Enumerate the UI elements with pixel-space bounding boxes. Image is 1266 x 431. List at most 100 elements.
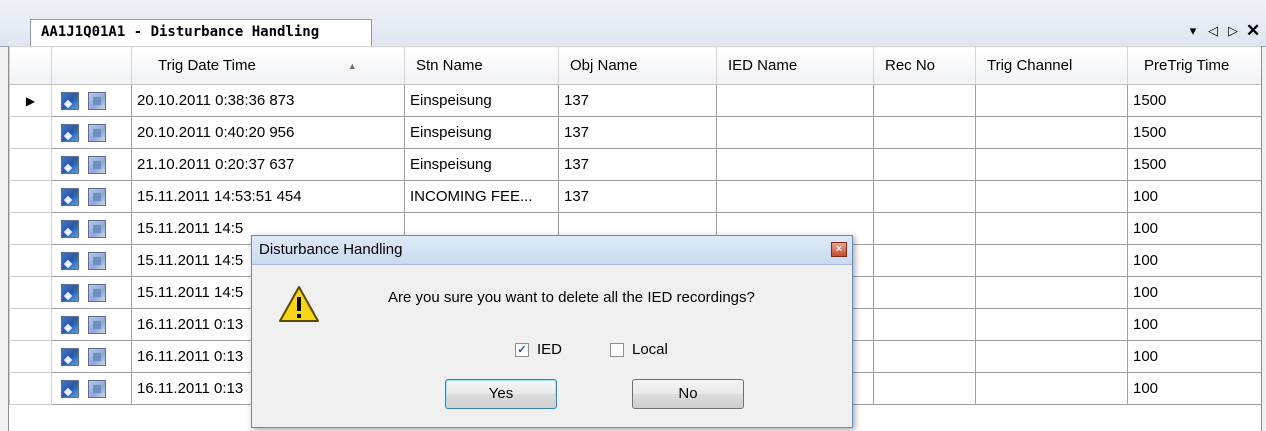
row-header[interactable] bbox=[9, 212, 52, 245]
table-cell[interactable]: 137 bbox=[558, 84, 717, 117]
open-recording-icon[interactable] bbox=[61, 283, 79, 302]
view-recording-icon[interactable] bbox=[88, 315, 106, 334]
table-cell[interactable] bbox=[873, 308, 976, 341]
scroll-left-icon[interactable]: ◁ bbox=[1206, 23, 1220, 39]
view-recording-icon[interactable] bbox=[88, 91, 106, 110]
ied-checkbox-row[interactable]: ✓ IED bbox=[515, 341, 562, 358]
open-recording-icon[interactable] bbox=[61, 251, 79, 270]
table-cell[interactable] bbox=[716, 180, 874, 213]
table-cell[interactable]: 100 bbox=[1127, 180, 1261, 213]
table-cell[interactable] bbox=[873, 84, 976, 117]
column-header-trig-date-time[interactable]: Trig Date Time ▲ bbox=[131, 46, 405, 85]
row-header[interactable]: ▶ bbox=[9, 84, 52, 117]
table-cell[interactable]: 137 bbox=[558, 180, 717, 213]
table-cell[interactable]: 1500 bbox=[1127, 84, 1261, 117]
column-header-stn-name[interactable]: Stn Name bbox=[404, 46, 559, 85]
table-cell[interactable]: 1500 bbox=[1127, 116, 1261, 149]
table-cell[interactable] bbox=[873, 244, 976, 277]
open-recording-icon[interactable] bbox=[61, 187, 79, 206]
table-cell[interactable] bbox=[975, 308, 1128, 341]
table-cell[interactable] bbox=[975, 180, 1128, 213]
table-cell[interactable]: Einspeisung bbox=[404, 116, 559, 149]
table-row[interactable]: 21.10.2011 0:20:37 637 Einspeisung 137 1500 bbox=[9, 148, 1261, 181]
open-recording-icon[interactable] bbox=[61, 347, 79, 366]
column-header-obj-name[interactable]: Obj Name bbox=[558, 46, 717, 85]
open-recording-icon[interactable] bbox=[61, 155, 79, 174]
table-cell[interactable]: 137 bbox=[558, 148, 717, 181]
table-cell[interactable]: 100 bbox=[1127, 340, 1261, 373]
column-header-ied-name[interactable]: IED Name bbox=[716, 46, 874, 85]
row-header[interactable] bbox=[9, 276, 52, 309]
open-recording-icon[interactable] bbox=[61, 123, 79, 142]
view-recording-icon[interactable] bbox=[88, 283, 106, 302]
column-header-trig-channel[interactable]: Trig Channel bbox=[975, 46, 1128, 85]
table-cell[interactable]: 21.10.2011 0:20:37 637 bbox=[131, 148, 405, 181]
yes-button[interactable]: Yes bbox=[445, 379, 557, 409]
table-cell[interactable] bbox=[873, 372, 976, 405]
close-tab-icon[interactable]: ✕ bbox=[1246, 21, 1260, 41]
table-cell[interactable] bbox=[975, 340, 1128, 373]
table-cell[interactable] bbox=[975, 148, 1128, 181]
column-header-pretrig-time[interactable]: PreTrig Time bbox=[1127, 46, 1261, 85]
table-cell[interactable] bbox=[873, 148, 976, 181]
open-recording-icon[interactable] bbox=[61, 315, 79, 334]
table-row[interactable]: 20.10.2011 0:40:20 956 Einspeisung 137 1500 bbox=[9, 116, 1261, 149]
table-row[interactable]: 15.11.2011 14:53:51 454 INCOMING FEE... 13… bbox=[9, 180, 1261, 213]
view-recording-icon[interactable] bbox=[88, 251, 106, 270]
local-checkbox[interactable] bbox=[610, 342, 624, 357]
row-header[interactable] bbox=[9, 116, 52, 149]
row-header[interactable] bbox=[9, 340, 52, 373]
table-cell[interactable]: 20.10.2011 0:40:20 956 bbox=[131, 116, 405, 149]
open-recording-icon[interactable] bbox=[61, 91, 79, 110]
table-cell[interactable] bbox=[873, 116, 976, 149]
table-cell[interactable]: INCOMING FEE... bbox=[404, 180, 559, 213]
table-cell[interactable]: 1500 bbox=[1127, 148, 1261, 181]
open-recording-icon[interactable] bbox=[61, 219, 79, 238]
dialog-close-icon[interactable]: × bbox=[831, 242, 847, 257]
row-header[interactable] bbox=[9, 372, 52, 405]
table-cell[interactable]: 15.11.2011 14:53:51 454 bbox=[131, 180, 405, 213]
column-header-rec-no[interactable]: Rec No bbox=[873, 46, 976, 85]
table-cell[interactable]: Einspeisung bbox=[404, 148, 559, 181]
table-cell[interactable] bbox=[975, 372, 1128, 405]
view-recording-icon[interactable] bbox=[88, 123, 106, 142]
table-cell[interactable] bbox=[975, 212, 1128, 245]
table-cell[interactable] bbox=[873, 212, 976, 245]
local-checkbox-row[interactable]: Local bbox=[610, 341, 668, 358]
dropdown-icon[interactable]: ▾ bbox=[1186, 23, 1200, 39]
row-header[interactable] bbox=[9, 148, 52, 181]
table-cell[interactable]: 100 bbox=[1127, 276, 1261, 309]
table-cell[interactable] bbox=[975, 244, 1128, 277]
table-cell[interactable] bbox=[873, 180, 976, 213]
table-cell[interactable]: Einspeisung bbox=[404, 84, 559, 117]
table-cell[interactable] bbox=[873, 276, 976, 309]
table-cell[interactable]: 100 bbox=[1127, 244, 1261, 277]
open-recording-icon[interactable] bbox=[61, 379, 79, 398]
table-cell[interactable] bbox=[873, 340, 976, 373]
table-cell[interactable]: 100 bbox=[1127, 308, 1261, 341]
document-tab[interactable]: AA1J1Q01A1 - Disturbance Handling bbox=[30, 19, 372, 46]
scroll-right-icon[interactable]: ▷ bbox=[1226, 23, 1240, 39]
table-row[interactable]: ▶ 20.10.2011 0:38:36 873 Einspeisung 137 150… bbox=[9, 84, 1261, 117]
table-cell[interactable] bbox=[716, 148, 874, 181]
view-recording-icon[interactable] bbox=[88, 347, 106, 366]
view-recording-icon[interactable] bbox=[88, 187, 106, 206]
table-cell[interactable]: 20.10.2011 0:38:36 873 bbox=[131, 84, 405, 117]
row-header[interactable] bbox=[9, 244, 52, 277]
ied-checkbox[interactable]: ✓ bbox=[515, 342, 529, 357]
row-header[interactable] bbox=[9, 308, 52, 341]
table-cell[interactable]: 137 bbox=[558, 116, 717, 149]
view-recording-icon[interactable] bbox=[88, 379, 106, 398]
tab-controls: ▾ ◁ ▷ ✕ bbox=[1186, 18, 1261, 44]
view-recording-icon[interactable] bbox=[88, 219, 106, 238]
table-cell[interactable] bbox=[716, 84, 874, 117]
no-button[interactable]: No bbox=[632, 379, 744, 409]
table-cell[interactable]: 100 bbox=[1127, 372, 1261, 405]
table-cell[interactable]: 100 bbox=[1127, 212, 1261, 245]
table-cell[interactable] bbox=[975, 116, 1128, 149]
table-cell[interactable] bbox=[975, 276, 1128, 309]
view-recording-icon[interactable] bbox=[88, 155, 106, 174]
row-header[interactable] bbox=[9, 180, 52, 213]
table-cell[interactable] bbox=[975, 84, 1128, 117]
table-cell[interactable] bbox=[716, 116, 874, 149]
